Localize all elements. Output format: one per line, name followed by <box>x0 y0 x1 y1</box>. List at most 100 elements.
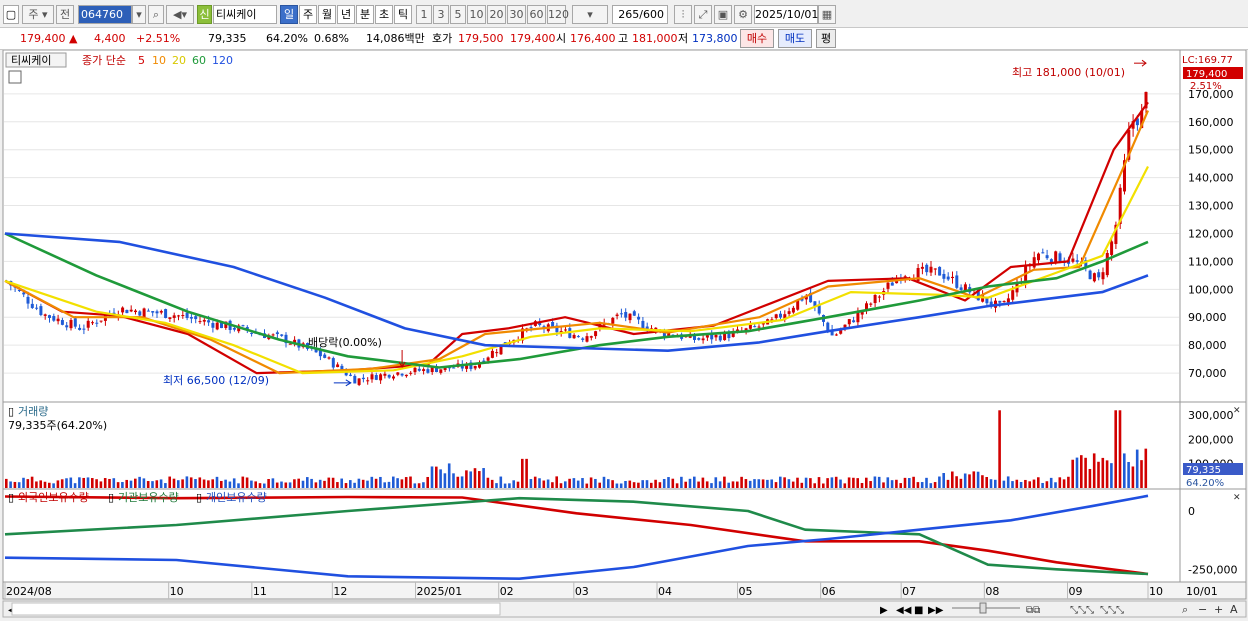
minute-interval-20[interactable]: 20 <box>487 5 506 24</box>
minute-interval-60[interactable]: 60 <box>527 5 546 24</box>
candle-body <box>1032 257 1036 268</box>
candle-type-icon[interactable]: ⫶ <box>674 5 692 24</box>
timeframe-tab-6[interactable]: 틱 <box>394 5 412 24</box>
count-field[interactable]: 265/600 <box>612 5 668 24</box>
layout-icon[interactable]: ⧉⧉ <box>1026 605 1040 616</box>
volume-close-icon[interactable]: ✕ <box>1233 406 1241 416</box>
scrollbar-track[interactable] <box>11 602 501 616</box>
minute-interval-30[interactable]: 30 <box>507 5 526 24</box>
price-tick-label: 110,000 <box>1188 255 1234 268</box>
prev-button[interactable]: 전 <box>56 5 74 24</box>
volume-title: 거래량 <box>18 405 48 418</box>
candle-body <box>138 311 142 316</box>
candle-body <box>361 377 365 380</box>
candle-body <box>370 374 374 380</box>
timeframe-tab-4[interactable]: 분 <box>356 5 374 24</box>
low-price: 173,800 <box>692 32 738 45</box>
eval-button[interactable]: 평 <box>816 29 836 48</box>
zoom-in-icon[interactable]: + <box>1214 603 1223 616</box>
window-menu-icon[interactable]: ▢ <box>3 5 19 24</box>
gear-icon[interactable]: ⚙ <box>734 5 752 24</box>
timeframe-tab-2[interactable]: 월 <box>318 5 336 24</box>
volume-bar <box>473 468 477 488</box>
volume-bar <box>73 483 77 488</box>
volume-bar <box>241 476 245 488</box>
timeframe-tab-1[interactable]: 주 <box>299 5 317 24</box>
stock-code-input[interactable]: 064760 <box>78 5 132 24</box>
search-icon[interactable]: ⌕ <box>148 5 164 24</box>
volume-bar <box>654 479 657 488</box>
date-input[interactable]: 2025/10/01 <box>754 5 818 24</box>
minute-interval-1[interactable]: 1 <box>416 5 432 24</box>
chart-area[interactable]: ◀ ▶ ◀◀ ■ ▶▶ ⧉⧉ ⤡⤡⤡ ⤡⤡⤡ ⌕ − + A 100,00020… <box>0 49 1248 621</box>
volume-bar <box>1101 457 1105 488</box>
volume-bar <box>538 478 541 488</box>
volume-bar <box>194 479 197 488</box>
minute-interval-10[interactable]: 10 <box>467 5 486 24</box>
volume-bar <box>680 476 683 488</box>
volume-bar <box>1135 449 1139 488</box>
candle-body <box>129 309 133 312</box>
rewind-icon[interactable]: ◀◀ <box>896 605 912 616</box>
candle-body <box>938 266 942 276</box>
ma60-label: 60 <box>192 54 206 67</box>
calendar-icon[interactable]: ▦ <box>818 5 836 24</box>
volume-bar <box>43 481 47 488</box>
turnover-ratio: 0.68% <box>314 32 349 45</box>
zoom-search-icon[interactable]: ⌕ <box>1182 603 1188 616</box>
volume-bar <box>370 476 374 488</box>
interval-dropdown[interactable]: ▾ <box>572 5 608 24</box>
candle-body <box>452 367 456 369</box>
zoom-out-icon[interactable]: − <box>1198 603 1207 616</box>
buy-button[interactable]: 매수 <box>740 29 774 48</box>
holdings-close-icon[interactable]: ✕ <box>1233 493 1241 503</box>
timeframe-tab-0[interactable]: 일 <box>280 5 298 24</box>
volume-bar <box>938 476 941 488</box>
candle-body <box>52 316 56 321</box>
volume-bar <box>607 479 610 488</box>
volume-bar <box>177 480 180 488</box>
speaker-icon[interactable]: ◀▾ <box>166 5 194 24</box>
period-selector[interactable]: 주 ▾ <box>22 5 54 24</box>
grid-toggle-icon[interactable] <box>8 70 22 84</box>
candle-body <box>632 311 636 316</box>
timeframe-tab-3[interactable]: 년 <box>337 5 355 24</box>
draw-tool-icon[interactable]: ⤢ <box>694 5 712 24</box>
sell-button[interactable]: 매도 <box>778 29 812 48</box>
volume-bar <box>138 476 141 488</box>
volume-bar <box>959 478 963 488</box>
minute-interval-3[interactable]: 3 <box>433 5 449 24</box>
stock-name-field[interactable]: 티씨케이 <box>213 5 277 24</box>
volume-bar <box>981 475 984 488</box>
bid-label: 호가 <box>432 32 453 45</box>
stop-icon[interactable]: ■ <box>914 605 923 616</box>
volume-bar <box>512 480 515 488</box>
font-size-icon[interactable]: A <box>1230 603 1238 616</box>
save-icon[interactable]: ▣ <box>714 5 732 24</box>
timeframe-tab-5[interactable]: 초 <box>375 5 393 24</box>
holdings-icon: ▯ <box>8 491 14 504</box>
date-axis <box>2 581 1247 600</box>
volume-bar <box>1006 476 1010 488</box>
volume-bar <box>684 481 687 488</box>
volume-bar <box>495 483 498 488</box>
scroll-right-icon[interactable]: ▶ <box>880 605 888 616</box>
volume-pct-tag: 64.20% <box>1186 478 1224 489</box>
candle-body <box>856 312 860 323</box>
volume-bar <box>490 479 494 488</box>
stock-chart[interactable]: ◀ ▶ ◀◀ ■ ▶▶ ⧉⧉ ⤡⤡⤡ ⤡⤡⤡ ⌕ − + A 100,00020… <box>0 49 1248 621</box>
date-axis-label: 03 <box>575 585 589 598</box>
tools-icon[interactable]: ⤡⤡⤡ <box>1070 605 1094 616</box>
chevron-down-icon[interactable]: ▾ <box>132 5 146 24</box>
price-tick-label: 120,000 <box>1188 227 1234 240</box>
candle-body <box>211 323 215 328</box>
holdings-tick-label: 0 <box>1188 505 1195 518</box>
volume-bar <box>366 480 369 488</box>
fast-forward-icon[interactable]: ▶▶ <box>928 605 944 616</box>
minute-interval-120[interactable]: 120 <box>547 5 569 24</box>
zoom-slider-handle[interactable] <box>979 602 987 614</box>
volume-bar <box>383 482 386 488</box>
line-tools-icon[interactable]: ⤡⤡⤡ <box>1100 605 1124 616</box>
volume-bar <box>1011 481 1014 488</box>
minute-interval-5[interactable]: 5 <box>450 5 466 24</box>
